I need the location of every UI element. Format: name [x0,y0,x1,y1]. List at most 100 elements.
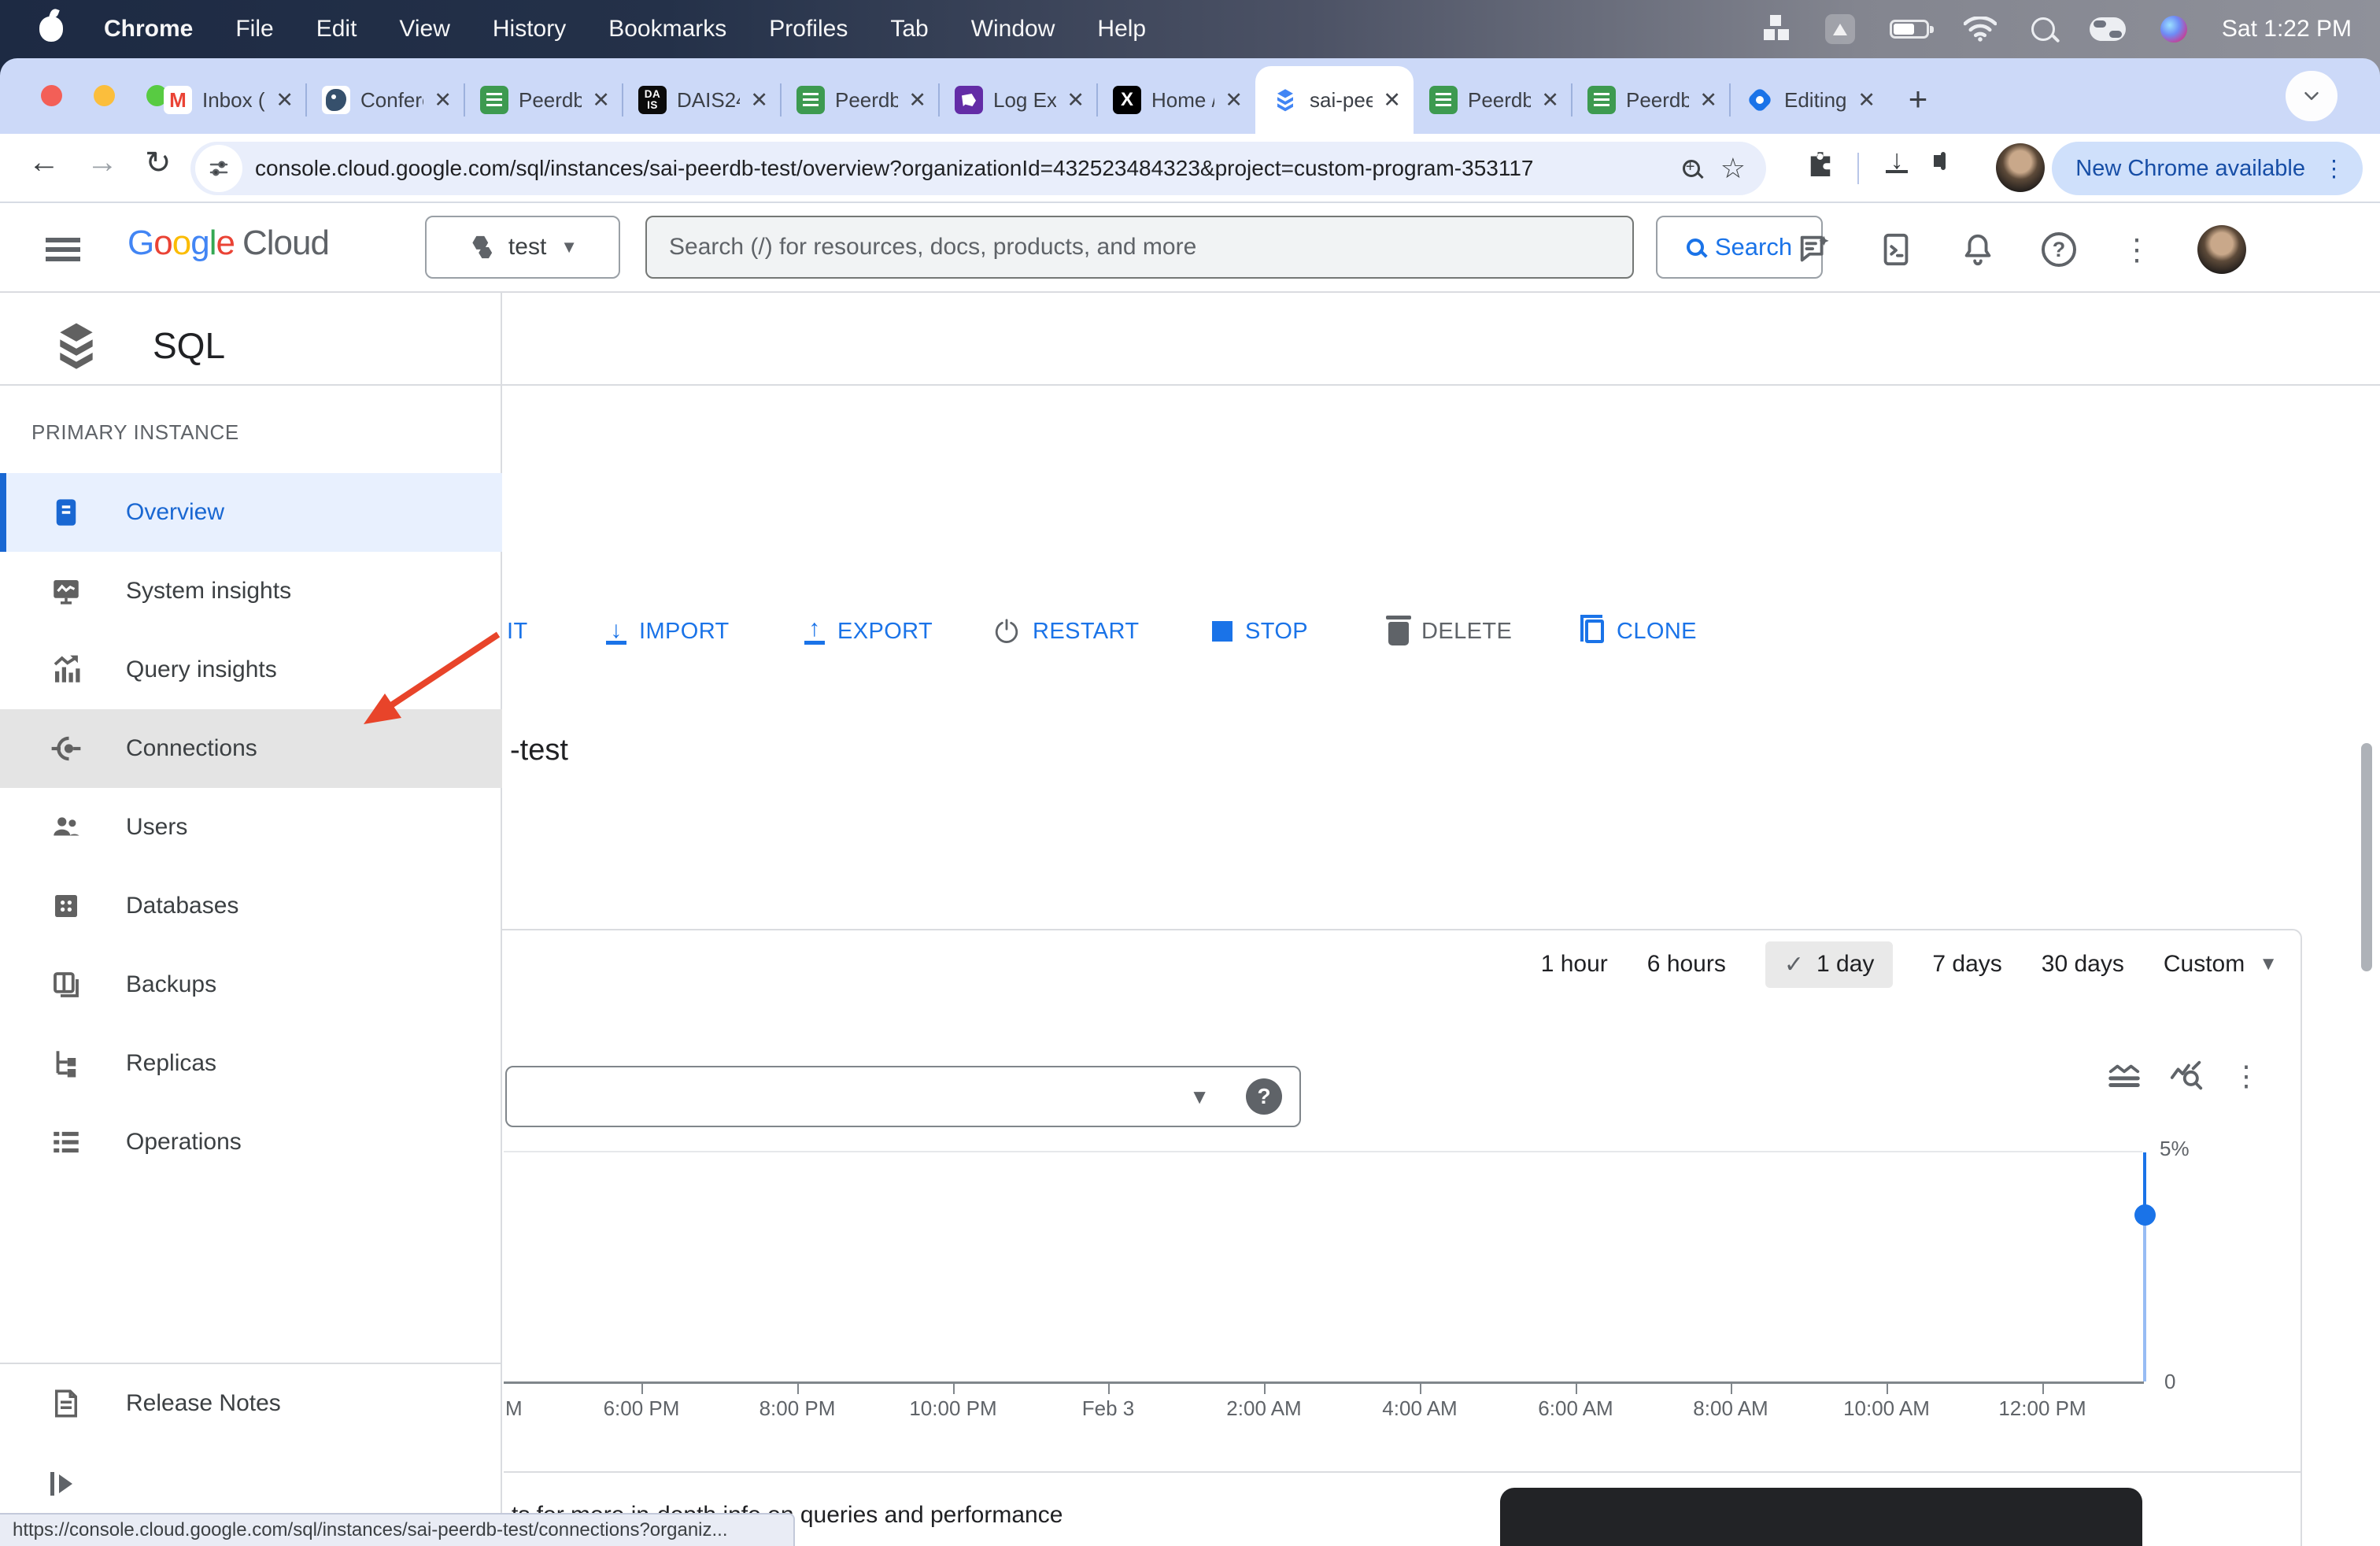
chart-metric-dropdown[interactable]: ▼ ? [505,1066,1301,1127]
siri-icon[interactable] [2160,16,2187,43]
tab-close-icon[interactable]: ✕ [275,88,294,113]
tab-close-icon[interactable]: ✕ [1066,88,1085,113]
extensions-puzzle-icon[interactable] [1804,148,1837,185]
zoom-page-icon[interactable] [1683,160,1700,177]
range-1-day-selected[interactable]: ✓ 1 day [1765,941,1894,988]
tab-search-chevron-button[interactable] [2286,71,2338,121]
notifications-bell-icon[interactable] [1960,231,1996,268]
tab-close-icon[interactable]: ✕ [1383,88,1401,113]
apple-menu-icon[interactable] [39,17,63,42]
back-button[interactable]: ← [28,145,60,180]
sidebar-item-operations[interactable]: Operations [0,1103,502,1182]
menu-bar-clock[interactable]: Sat 1:22 PM [2222,16,2352,43]
collapse-sidebar-icon[interactable] [50,1472,72,1496]
tab-peerdb-2[interactable]: Peerdb ✕ [781,66,939,134]
menu-help[interactable]: Help [1097,16,1146,43]
menu-window[interactable]: Window [971,16,1055,43]
sidebar-item-overview[interactable]: Overview [0,473,502,552]
delete-button[interactable]: DELETE [1388,606,1512,656]
url-text[interactable]: console.cloud.google.com/sql/instances/s… [255,156,1683,181]
omnibox[interactable]: console.cloud.google.com/sql/instances/s… [190,142,1766,195]
tab-close-icon[interactable]: ✕ [1699,88,1717,113]
tab-x-home[interactable]: X Home / ✕ [1097,66,1255,134]
cloud-shell-icon[interactable] [1878,231,1914,268]
menu-app-name[interactable]: Chrome [104,16,193,43]
menu-tab[interactable]: Tab [890,16,928,43]
menu-profiles[interactable]: Profiles [769,16,848,43]
sidebar-item-release-notes[interactable]: Release Notes [0,1363,502,1443]
menu-file[interactable]: File [235,16,273,43]
control-center-icon[interactable] [2090,17,2126,41]
spotlight-icon[interactable] [2031,17,2055,41]
menu-edit[interactable]: Edit [316,16,357,43]
export-button[interactable]: ↓EXPORT [804,606,933,656]
menu-bookmarks[interactable]: Bookmarks [608,16,726,43]
chart-help-icon[interactable]: ? [1246,1078,1282,1115]
tab-close-icon[interactable]: ✕ [1541,88,1559,113]
sidebar-item-system-insights[interactable]: System insights [0,552,502,631]
menu-history[interactable]: History [493,16,566,43]
range-1-hour[interactable]: 1 hour [1541,951,1608,978]
range-7-days[interactable]: 7 days [1932,951,2001,978]
wifi-icon[interactable] [1964,17,1997,42]
navigation-menu-icon[interactable] [46,238,80,242]
page-scrollbar[interactable] [2361,743,2372,971]
tab-conference[interactable]: Confere ✕ [306,66,464,134]
side-panel-icon[interactable] [1941,152,1946,170]
sidebar-item-databases[interactable]: Databases [0,867,502,945]
reload-button[interactable]: ↻ [145,145,172,181]
release-notes-feedback-icon[interactable] [1796,231,1832,268]
new-tab-button[interactable]: + [1893,74,1943,124]
tab-close-icon[interactable]: ✕ [1857,88,1876,113]
sidebar-item-connections[interactable]: Connections [0,709,502,788]
browser-profile-avatar[interactable] [1996,143,2045,192]
sidebar-item-replicas[interactable]: Replicas [0,1024,502,1103]
site-settings-icon[interactable] [195,145,242,192]
sidebar-item-users[interactable]: Users [0,788,502,867]
forward-button[interactable]: → [87,145,118,180]
tab-editing[interactable]: Editing ✕ [1730,66,1888,134]
more-options-dots-icon[interactable]: ⋮ [2122,232,2152,268]
range-6-hours[interactable]: 6 hours [1647,951,1726,978]
battery-icon[interactable] [1890,20,1929,39]
tab-close-icon[interactable]: ✕ [592,88,610,113]
sidebar-item-query-insights[interactable]: Query insights [0,631,502,709]
restart-button[interactable]: RESTART [993,606,1139,656]
google-cloud-logo[interactable]: GoogleCloud [128,224,329,263]
sidebar-item-backups[interactable]: Backups [0,945,502,1024]
explore-chart-icon[interactable] [2169,1058,2205,1094]
window-manager-icon[interactable] [1764,15,1791,43]
menu-bar-app-icon[interactable] [1825,14,1855,44]
cloud-search-input[interactable]: Search (/) for resources, docs, products… [645,216,1634,279]
tab-close-icon[interactable]: ✕ [908,88,926,113]
tab-inbox[interactable]: M Inbox (5 ✕ [148,66,306,134]
menu-view[interactable]: View [399,16,449,43]
downloads-icon[interactable]: ↓ [1886,146,1908,173]
range-30-days[interactable]: 30 days [2042,951,2124,978]
tab-close-icon[interactable]: ✕ [750,88,768,113]
area-chart-toggle-icon[interactable] [2106,1058,2142,1094]
update-menu-dots-icon[interactable]: ⋮ [2323,155,2345,183]
chart-data-point[interactable] [2134,1204,2156,1226]
edit-button-fragment[interactable]: IT [507,606,528,656]
tab-close-icon[interactable]: ✕ [434,88,452,113]
import-button[interactable]: ↓IMPORT [606,606,730,656]
tab-log-explorer[interactable]: Log Expl ✕ [939,66,1097,134]
help-icon[interactable]: ? [2042,232,2076,267]
bookmark-star-icon[interactable]: ☆ [1720,152,1746,185]
chart-more-options-icon[interactable]: ⋮ [2232,1060,2260,1093]
gcp-account-avatar[interactable] [2197,225,2246,274]
stop-button[interactable]: STOP [1212,606,1308,656]
minimize-window-button[interactable] [94,85,115,106]
range-custom[interactable]: Custom ▼ [2164,951,2278,978]
chrome-update-button[interactable]: New Chrome available ⋮ [2052,142,2363,195]
tab-dais24[interactable]: DAIS DAIS24 ✕ [623,66,781,134]
tab-peerdb-1[interactable]: Peerdb ✕ [464,66,623,134]
close-window-button[interactable] [41,85,62,106]
project-picker-button[interactable]: test ▼ [425,216,620,279]
tab-close-icon[interactable]: ✕ [1225,88,1243,113]
tab-sai-peerdb-active[interactable]: sai-peer ✕ [1255,66,1414,134]
tab-peerdb-3[interactable]: Peerdb ✕ [1414,66,1572,134]
tab-peerdb-4[interactable]: Peerdb ✕ [1572,66,1730,134]
clone-button[interactable]: CLONE [1577,606,1697,656]
